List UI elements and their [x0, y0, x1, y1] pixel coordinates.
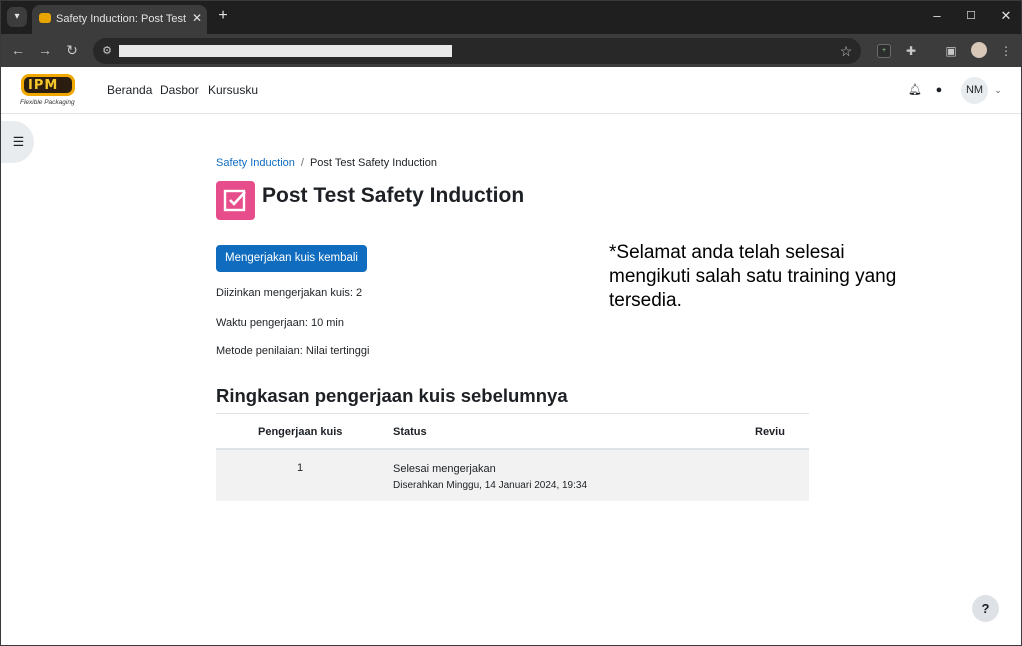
minimize-button[interactable]: –: [927, 7, 947, 25]
attempts-table: Pengerjaan kuis Status Reviu 1 Selesai m…: [216, 413, 809, 501]
tab-bar: ▾ Safety Induction: Post Test Safety Ind…: [1, 1, 1021, 34]
kebab-menu-icon[interactable]: ⋮: [996, 41, 1016, 61]
breadcrumb-course-link[interactable]: Safety Induction: [216, 157, 295, 169]
puzzle-icon[interactable]: ✚: [901, 41, 921, 61]
bell-icon[interactable]: 🔔︎: [907, 82, 923, 98]
browser-window: ▾ Safety Induction: Post Test Safety Ind…: [0, 0, 1022, 646]
grading-method: Metode penilaian: Nilai tertinggi: [216, 345, 370, 357]
tab-title: Safety Induction: Post Test Safety Induc…: [56, 13, 186, 25]
bookmark-star-icon[interactable]: ☆: [837, 42, 855, 60]
site-favicon-icon: [39, 13, 51, 23]
time-limit: Waktu pengerjaan: 10 min: [216, 317, 344, 329]
reattempt-quiz-button[interactable]: Mengerjakan kuis kembali: [216, 245, 367, 272]
logo-tagline: Flexible Packaging: [20, 99, 75, 106]
summary-title: Ringkasan pengerjaan kuis sebelumnya: [216, 385, 568, 406]
cell-status: Selesai mengerjakan: [393, 463, 496, 475]
user-avatar[interactable]: NM: [961, 77, 988, 104]
breadcrumb: Safety Induction / Post Test Safety Induct…: [216, 157, 437, 169]
page-title: Post Test Safety Induction: [262, 184, 525, 207]
site-logo[interactable]: IPM Flexible Packaging: [19, 72, 79, 108]
url-text[interactable]: [119, 45, 452, 57]
back-button[interactable]: ←: [8, 40, 28, 60]
completion-note: *Selamat anda telah selesai mengikuti sa…: [609, 242, 897, 311]
nav-kursusku[interactable]: Kursusku: [208, 83, 258, 97]
nav-beranda[interactable]: Beranda: [107, 83, 152, 97]
address-bar[interactable]: ⚙ ☆: [93, 38, 861, 64]
breadcrumb-separator: /: [300, 157, 304, 169]
browser-tab[interactable]: Safety Induction: Post Test Safety Induc…: [32, 5, 207, 34]
breadcrumb-current: Post Test Safety Induction: [309, 157, 437, 169]
table-row: 1 Selesai mengerjakan Diserahkan Minggu,…: [216, 450, 809, 501]
course-index-toggle[interactable]: ☰: [1, 121, 34, 163]
logo-mark: IPM: [21, 74, 75, 96]
list-icon: ☰: [12, 134, 25, 149]
new-tab-button[interactable]: +: [214, 7, 232, 25]
quiz-icon: [216, 181, 255, 220]
browser-toolbar: ← → ↻ ⚙ ☆ + ✚ ▣ ⋮: [1, 34, 1021, 67]
close-window-button[interactable]: ✕: [996, 7, 1016, 25]
side-panel-icon[interactable]: ▣: [941, 41, 961, 61]
chat-icon[interactable]: ●: [931, 82, 947, 98]
maximize-button[interactable]: ☐: [961, 7, 981, 25]
chevron-down-icon[interactable]: ▾: [7, 7, 27, 27]
nav-dasbor[interactable]: Dasbor: [160, 83, 199, 97]
site-header: IPM Flexible Packaging Beranda Dasbor Ku…: [1, 67, 1021, 114]
attempts-allowed: Diizinkan mengerjakan kuis: 2: [216, 287, 363, 299]
table-header: Pengerjaan kuis Status Reviu: [216, 413, 809, 450]
forward-button[interactable]: →: [35, 40, 55, 60]
site-info-icon[interactable]: ⚙: [99, 43, 115, 59]
header-attempt: Pengerjaan kuis: [258, 426, 343, 438]
reload-button[interactable]: ↻: [62, 40, 82, 60]
header-review: Reviu: [755, 426, 785, 438]
header-status: Status: [393, 426, 427, 438]
chevron-down-icon[interactable]: ⌄: [992, 83, 1004, 97]
cell-submitted: Diserahkan Minggu, 14 Januari 2024, 19:3…: [393, 480, 588, 491]
cell-attempt: 1: [297, 462, 304, 474]
extension-sheet-icon[interactable]: +: [877, 44, 891, 58]
close-icon[interactable]: ✕: [190, 11, 204, 25]
help-button[interactable]: ?: [972, 595, 999, 622]
profile-icon[interactable]: [971, 42, 987, 58]
